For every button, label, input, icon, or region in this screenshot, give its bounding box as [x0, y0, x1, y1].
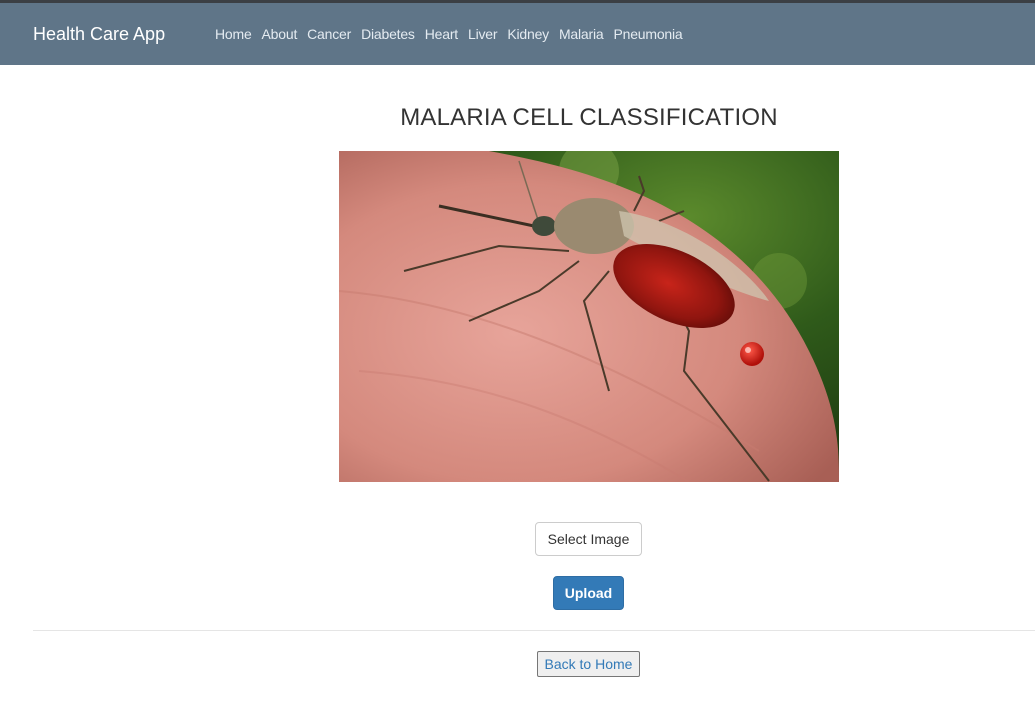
upload-button[interactable]: Upload [553, 576, 624, 610]
nav-link-pneumonia[interactable]: Pneumonia [613, 25, 682, 43]
back-to-home-button[interactable]: Back to Home [537, 651, 640, 677]
mosquito-image [339, 151, 839, 482]
nav-link-kidney[interactable]: Kidney [507, 25, 549, 43]
nav-link-about[interactable]: About [262, 25, 298, 43]
nav-link-diabetes[interactable]: Diabetes [361, 25, 415, 43]
nav-link-liver[interactable]: Liver [468, 25, 498, 43]
brand-link[interactable]: Health Care App [33, 22, 165, 46]
divider [33, 630, 1035, 631]
nav-link-home[interactable]: Home [215, 25, 252, 43]
page-title: MALARIA CELL CLASSIFICATION [400, 104, 778, 131]
nav-links: Home About Cancer Diabetes Heart Liver K… [215, 25, 693, 43]
select-image-button[interactable]: Select Image [535, 522, 642, 556]
nav-link-malaria[interactable]: Malaria [559, 25, 604, 43]
navbar: Health Care App Home About Cancer Diabet… [0, 3, 1035, 65]
nav-link-heart[interactable]: Heart [425, 25, 458, 43]
nav-link-cancer[interactable]: Cancer [307, 25, 351, 43]
